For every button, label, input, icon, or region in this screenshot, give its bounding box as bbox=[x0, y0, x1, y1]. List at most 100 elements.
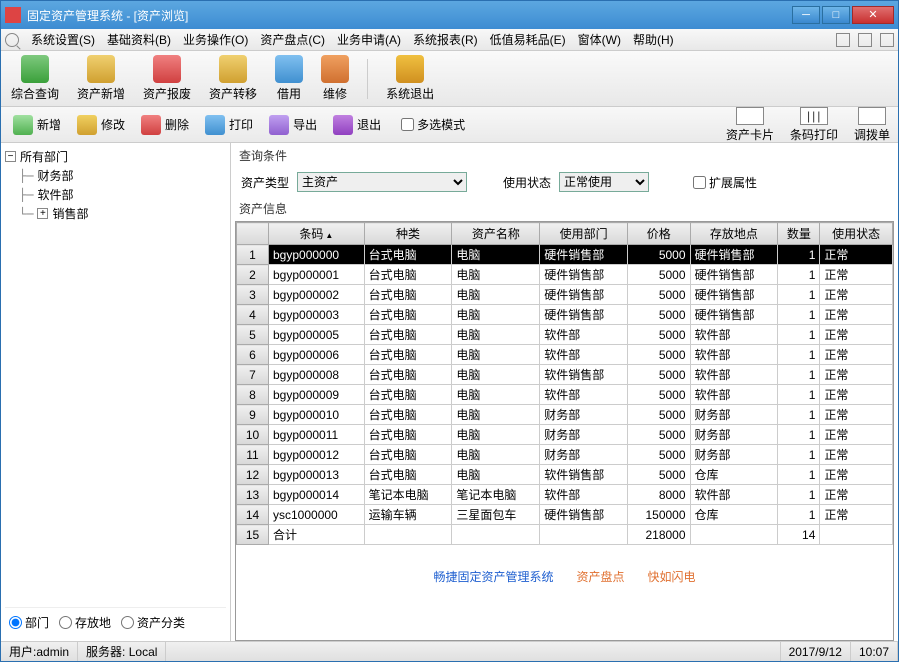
资产报废-icon bbox=[153, 55, 181, 83]
menu-item[interactable]: 资产盘点(C) bbox=[260, 31, 325, 48]
menu-item[interactable]: 业务操作(O) bbox=[183, 31, 248, 48]
search-icon[interactable] bbox=[5, 33, 19, 47]
tree-root[interactable]: − 所有部门 bbox=[5, 147, 226, 166]
menu-item[interactable]: 系统报表(R) bbox=[413, 31, 478, 48]
maximize-button[interactable]: □ bbox=[822, 6, 850, 24]
right-btn-调拨单[interactable]: 调拨单 bbox=[854, 107, 890, 143]
menu-item[interactable]: 窗体(W) bbox=[578, 31, 621, 48]
table-row[interactable]: 12bgyp000013台式电脑电脑软件销售部5000仓库1正常 bbox=[237, 465, 893, 485]
action-bar: 新增修改删除打印导出退出 多选模式 资产卡片条码打印调拨单 bbox=[1, 107, 898, 143]
toolbar-资产新增[interactable]: 资产新增 bbox=[77, 55, 125, 102]
col-header[interactable]: 条码▲ bbox=[269, 223, 365, 245]
table-row[interactable]: 4bgyp000003台式电脑电脑硬件销售部5000硬件销售部1正常 bbox=[237, 305, 893, 325]
window-title: 固定资产管理系统 - [资产浏览] bbox=[27, 7, 792, 24]
action-导出[interactable]: 导出 bbox=[265, 113, 321, 137]
col-header[interactable]: 数量 bbox=[778, 223, 820, 245]
资产新增-icon bbox=[87, 55, 115, 83]
minimize-button[interactable]: ─ bbox=[792, 6, 820, 24]
table-row[interactable]: 2bgyp000001台式电脑电脑硬件销售部5000硬件销售部1正常 bbox=[237, 265, 893, 285]
col-header[interactable]: 使用状态 bbox=[820, 223, 893, 245]
tree-node[interactable]: └─+ 销售部 bbox=[5, 204, 226, 223]
table-row[interactable]: 8bgyp000009台式电脑电脑软件部5000软件部1正常 bbox=[237, 385, 893, 405]
toolbar-资产转移[interactable]: 资产转移 bbox=[209, 55, 257, 102]
mdi-close-icon[interactable] bbox=[880, 33, 894, 47]
action-修改[interactable]: 修改 bbox=[73, 113, 129, 137]
right-btn-条码打印[interactable]: 条码打印 bbox=[790, 107, 838, 143]
维修-icon bbox=[321, 55, 349, 83]
col-header[interactable]: 使用部门 bbox=[540, 223, 628, 245]
table-row[interactable]: 10bgyp000011台式电脑电脑财务部5000财务部1正常 bbox=[237, 425, 893, 445]
table-row[interactable]: 1bgyp000000台式电脑电脑硬件销售部5000硬件销售部1正常 bbox=[237, 245, 893, 265]
tree-node[interactable]: ├─ 财务部 bbox=[5, 166, 226, 185]
table-row[interactable]: 14ysc1000000运输车辆三星面包车硬件销售部150000仓库1正常 bbox=[237, 505, 893, 525]
table-row[interactable]: 9bgyp000010台式电脑电脑财务部5000财务部1正常 bbox=[237, 405, 893, 425]
app-icon bbox=[5, 7, 21, 23]
退出-icon bbox=[333, 115, 353, 135]
tree-mode-radios: 部门存放地资产分类 bbox=[5, 607, 226, 637]
toolbar-维修[interactable]: 维修 bbox=[321, 55, 349, 102]
promo-text: 畅捷固定资产管理系统 资产盘点 快如闪电 bbox=[236, 545, 893, 606]
action-打印[interactable]: 打印 bbox=[201, 113, 257, 137]
use-status-select[interactable]: 正常使用 bbox=[559, 172, 649, 192]
toolbar-综合查询[interactable]: 综合查询 bbox=[11, 55, 59, 102]
close-button[interactable]: ✕ bbox=[852, 6, 894, 24]
multi-select-checkbox[interactable]: 多选模式 bbox=[401, 116, 465, 133]
toolbar-借用[interactable]: 借用 bbox=[275, 55, 303, 102]
table-row[interactable]: 3bgyp000002台式电脑电脑硬件销售部5000硬件销售部1正常 bbox=[237, 285, 893, 305]
radio-存放地[interactable]: 存放地 bbox=[59, 614, 111, 631]
mdi-restore-icon[interactable] bbox=[858, 33, 872, 47]
asset-type-label: 资产类型 bbox=[241, 174, 289, 191]
app-window: 固定资产管理系统 - [资产浏览] ─ □ ✕ 系统设置(S) 基础资料(B) 业务… bbox=[0, 0, 899, 662]
col-header[interactable]: 价格 bbox=[628, 223, 690, 245]
titlebar: 固定资产管理系统 - [资产浏览] ─ □ ✕ bbox=[1, 1, 898, 29]
tree-node[interactable]: ├─ 软件部 bbox=[5, 185, 226, 204]
action-退出[interactable]: 退出 bbox=[329, 113, 385, 137]
调拨单-icon bbox=[858, 107, 886, 125]
toolbar-资产报废[interactable]: 资产报废 bbox=[143, 55, 191, 102]
table-row[interactable]: 7bgyp000008台式电脑电脑软件销售部5000软件部1正常 bbox=[237, 365, 893, 385]
menu-item[interactable]: 系统设置(S) bbox=[31, 31, 95, 48]
新增-icon bbox=[13, 115, 33, 135]
use-status-label: 使用状态 bbox=[503, 174, 551, 191]
action-删除[interactable]: 删除 bbox=[137, 113, 193, 137]
打印-icon bbox=[205, 115, 225, 135]
status-date: 2017/9/12 bbox=[781, 642, 851, 661]
menubar: 系统设置(S) 基础资料(B) 业务操作(O) 资产盘点(C) 业务申请(A) 系统报表(… bbox=[1, 29, 898, 51]
row-header-blank bbox=[237, 223, 269, 245]
status-bar: 用户:admin 服务器: Local 2017/9/12 10:07 bbox=[1, 641, 898, 661]
table-row[interactable]: 15合计21800014 bbox=[237, 525, 893, 545]
asset-grid[interactable]: 条码▲种类资产名称使用部门价格存放地点数量使用状态 1bgyp000000台式电… bbox=[235, 221, 894, 641]
table-row[interactable]: 11bgyp000012台式电脑电脑财务部5000财务部1正常 bbox=[237, 445, 893, 465]
col-header[interactable]: 存放地点 bbox=[690, 223, 778, 245]
action-新增[interactable]: 新增 bbox=[9, 113, 65, 137]
menu-item[interactable]: 帮助(H) bbox=[633, 31, 674, 48]
toolbar-系统退出[interactable]: 系统退出 bbox=[386, 55, 434, 102]
table-row[interactable]: 5bgyp000005台式电脑电脑软件部5000软件部1正常 bbox=[237, 325, 893, 345]
dept-tree-panel: − 所有部门 ├─ 财务部├─ 软件部└─+ 销售部 部门存放地资产分类 bbox=[1, 143, 231, 641]
radio-部门[interactable]: 部门 bbox=[9, 614, 49, 631]
expand-icon[interactable]: + bbox=[37, 208, 48, 219]
导出-icon bbox=[269, 115, 289, 135]
table-row[interactable]: 13bgyp000014笔记本电脑笔记本电脑软件部8000软件部1正常 bbox=[237, 485, 893, 505]
extend-attr-checkbox[interactable]: 扩展属性 bbox=[693, 174, 757, 191]
main-toolbar: 综合查询资产新增资产报废资产转移借用维修系统退出 bbox=[1, 51, 898, 107]
status-time: 10:07 bbox=[851, 642, 898, 661]
collapse-icon[interactable]: − bbox=[5, 151, 16, 162]
asset-type-select[interactable]: 主资产 bbox=[297, 172, 467, 192]
right-btn-资产卡片[interactable]: 资产卡片 bbox=[726, 107, 774, 143]
menu-item[interactable]: 低值易耗品(E) bbox=[490, 31, 566, 48]
col-header[interactable]: 资产名称 bbox=[452, 223, 540, 245]
info-section-label: 资产信息 bbox=[231, 196, 898, 221]
query-section-label: 查询条件 bbox=[231, 143, 898, 168]
status-user: 用户:admin bbox=[1, 642, 78, 661]
radio-资产分类[interactable]: 资产分类 bbox=[121, 614, 185, 631]
menu-item[interactable]: 业务申请(A) bbox=[337, 31, 401, 48]
综合查询-icon bbox=[21, 55, 49, 83]
menu-item[interactable]: 基础资料(B) bbox=[107, 31, 171, 48]
删除-icon bbox=[141, 115, 161, 135]
table-row[interactable]: 6bgyp000006台式电脑电脑软件部5000软件部1正常 bbox=[237, 345, 893, 365]
mdi-min-icon[interactable] bbox=[836, 33, 850, 47]
col-header[interactable]: 种类 bbox=[364, 223, 452, 245]
status-server: 服务器: Local bbox=[78, 642, 166, 661]
系统退出-icon bbox=[396, 55, 424, 83]
